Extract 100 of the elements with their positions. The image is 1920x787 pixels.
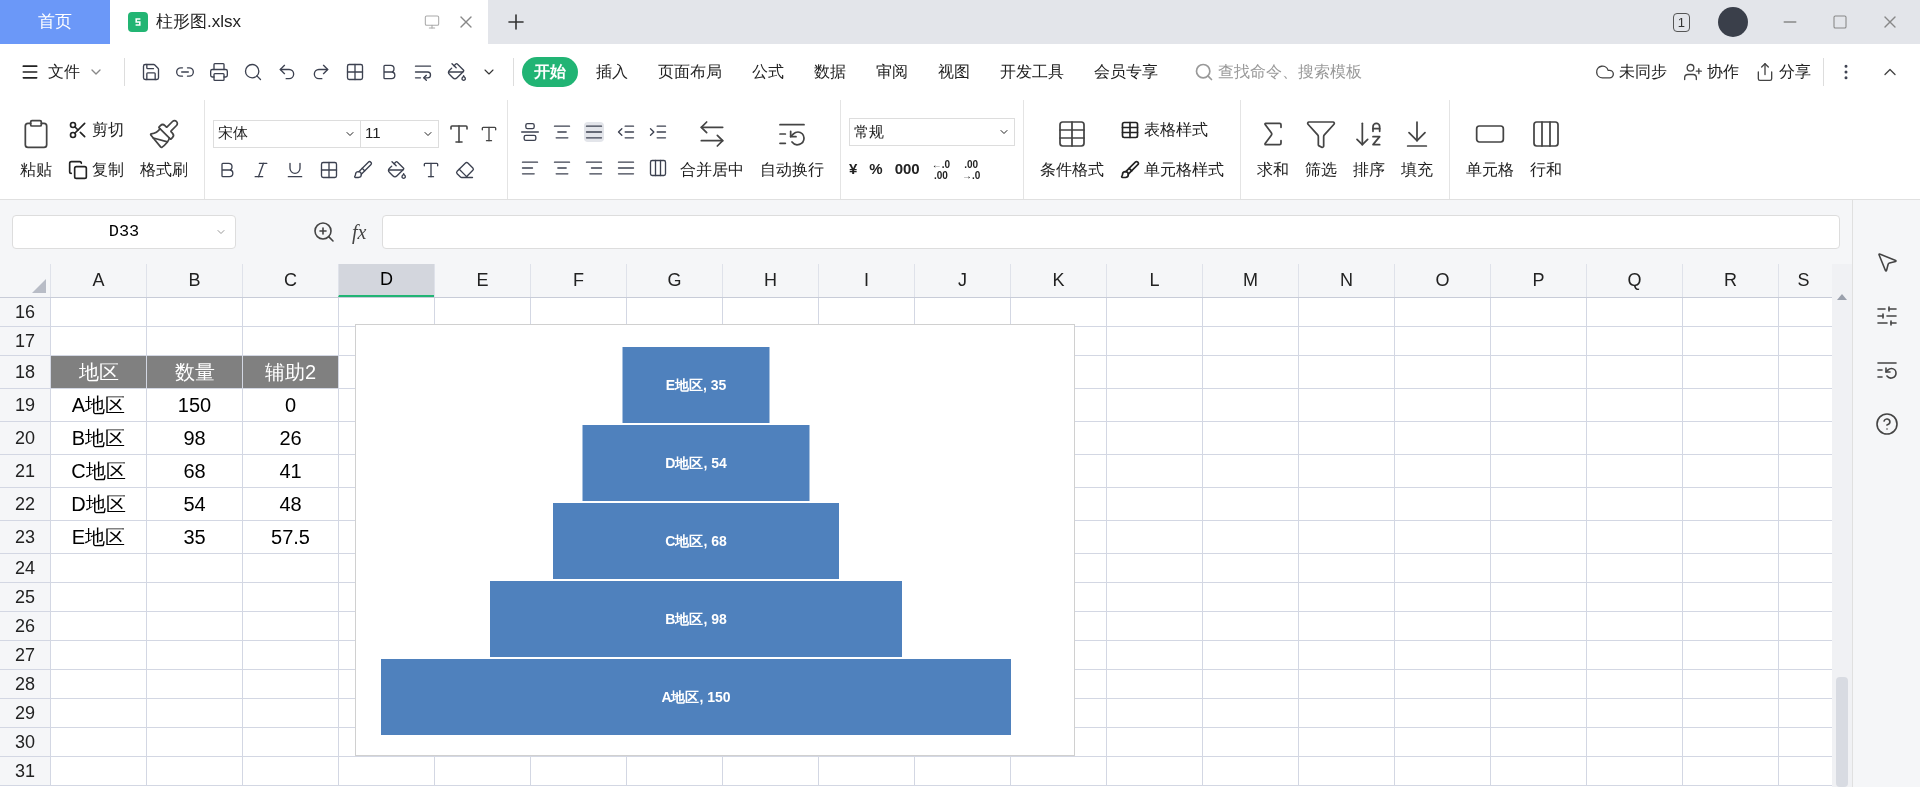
column-header[interactable]: E (434, 264, 530, 297)
ribbon-tab[interactable]: 审阅 (864, 57, 920, 87)
redo-icon[interactable] (311, 62, 331, 82)
row-number[interactable]: 26 (0, 612, 50, 640)
column-header[interactable]: D (338, 264, 434, 297)
column-header[interactable]: P (1490, 264, 1586, 297)
column-header[interactable]: N (1298, 264, 1394, 297)
row-number[interactable]: 31 (0, 757, 50, 785)
copy-button[interactable]: 复制 (68, 157, 124, 182)
table-cell-text: 68 (183, 459, 206, 484)
column-header[interactable]: H (722, 264, 818, 297)
number-format-button[interactable]: 000 (894, 158, 920, 181)
eraser-icon[interactable] (455, 159, 475, 180)
row-number[interactable]: 24 (0, 554, 50, 582)
ribbon-tab[interactable]: 公式 (740, 57, 796, 87)
undo-icon[interactable] (277, 62, 297, 82)
scrollbar-thumb[interactable] (1836, 677, 1848, 787)
fill-color-icon[interactable] (447, 62, 467, 82)
cut-button[interactable]: 剪切 (68, 117, 124, 142)
toolbar-button[interactable]: 协作 (1683, 60, 1739, 84)
column-header[interactable]: A (50, 264, 146, 297)
border-icon[interactable] (319, 159, 339, 180)
row-number[interactable]: 29 (0, 699, 50, 727)
toolbar-button[interactable]: 未同步 (1595, 60, 1667, 84)
font-dropdown[interactable]: 宋体 (213, 119, 361, 148)
sort-button[interactable]: 排序 (1345, 117, 1393, 182)
toolbar-button[interactable]: 分享 (1755, 60, 1811, 84)
sum-button[interactable]: 求和 (1249, 117, 1297, 182)
column-header[interactable]: R (1682, 264, 1778, 297)
ribbon-tab[interactable]: 数据 (802, 57, 858, 87)
number-format-dropdown[interactable]: 常规 (849, 118, 1015, 147)
name-box[interactable]: D33 (12, 215, 236, 249)
ribbon-tab[interactable]: 页面布局 (646, 57, 734, 87)
column-header[interactable]: S (1778, 264, 1828, 297)
ribbon-tab[interactable]: 插入 (584, 57, 640, 87)
sliders-icon[interactable] (1874, 304, 1899, 328)
font-size-dropdown[interactable]: 11 (361, 119, 439, 148)
help-icon[interactable] (1874, 412, 1899, 436)
row-number[interactable]: 23 (0, 521, 50, 553)
distribute-icon[interactable] (648, 157, 668, 178)
column-header[interactable]: K (1010, 264, 1106, 297)
border-icon[interactable] (345, 62, 365, 82)
row-number[interactable]: 16 (0, 298, 50, 326)
column-header[interactable]: B (146, 264, 242, 297)
avatar[interactable] (1718, 7, 1748, 37)
decimal-button[interactable]: .00 →.0 (962, 158, 981, 181)
table-cell-text: 0 (284, 393, 297, 418)
column-header[interactable]: J (914, 264, 1010, 297)
row-number[interactable]: 25 (0, 583, 50, 611)
chart-area[interactable]: E地区, 35 D地区, 54 C地区, 68 B地区, 98 A地区, 150 (355, 324, 1075, 756)
zoom-icon[interactable] (312, 220, 336, 244)
table-style-button[interactable]: 表格样式 (1120, 117, 1224, 142)
number-format-button[interactable]: % (869, 158, 883, 181)
row-number[interactable]: 19 (0, 389, 50, 421)
row-number[interactable]: 30 (0, 728, 50, 756)
row-number[interactable]: 28 (0, 670, 50, 698)
cell-button[interactable]: 单元格 (1458, 117, 1522, 182)
function-label[interactable]: fx (352, 217, 367, 247)
align-bottom-icon[interactable] (584, 121, 604, 142)
column-header[interactable]: L (1106, 264, 1202, 297)
ribbon-tab[interactable]: 开发工具 (988, 57, 1076, 87)
column-header[interactable]: Q (1586, 264, 1682, 297)
column-header[interactable]: I (818, 264, 914, 297)
filter-button[interactable]: 筛选 (1297, 117, 1345, 182)
file-menu[interactable]: 文件 (20, 60, 116, 84)
file-tab[interactable]: 柱形图.xlsx (110, 0, 488, 44)
row-number[interactable]: 18 (0, 356, 50, 388)
ribbon-tab[interactable]: 会员专享 (1082, 57, 1170, 87)
conditional-format-button[interactable]: 条件格式 (1032, 117, 1112, 182)
column-title: 地区 (78, 360, 119, 385)
table-cell-text: 57.5 (271, 525, 310, 550)
column-header[interactable]: F (530, 264, 626, 297)
column-header[interactable]: M (1202, 264, 1298, 297)
spreadsheet-icon (128, 12, 148, 32)
page-count-badge[interactable]: 1 (1672, 12, 1690, 32)
search-icon (1194, 62, 1214, 82)
column-header[interactable]: G (626, 264, 722, 297)
wrap-text-button[interactable]: 自动换行 (752, 117, 832, 182)
cell-style-button[interactable]: 单元格样式 (1120, 157, 1224, 182)
decimal-button[interactable]: ←.0 .00 (931, 158, 951, 181)
column-header[interactable]: O (1394, 264, 1490, 297)
fill-button[interactable]: 填充 (1393, 117, 1441, 182)
fill-color-icon[interactable] (387, 159, 407, 180)
row-number[interactable]: 22 (0, 488, 50, 520)
bar[interactable] (622, 347, 770, 423)
rows-columns-button[interactable]: 行和 (1522, 117, 1570, 182)
row-number[interactable]: 27 (0, 641, 50, 669)
row-number[interactable]: 17 (0, 327, 50, 355)
ribbon-tab[interactable]: 视图 (926, 57, 982, 87)
merge-button[interactable]: 合并居中 (672, 117, 752, 182)
formula-input[interactable] (382, 215, 1840, 249)
number-format-button[interactable]: ¥ (849, 158, 858, 181)
paste-button[interactable]: 粘贴 (12, 117, 60, 182)
save-icon[interactable] (141, 62, 161, 82)
format-painter-button[interactable]: 格式刷 (132, 117, 196, 182)
table-cell-text: E地区 (71, 525, 126, 550)
data-label: D地区, 54 (665, 455, 727, 471)
row-number[interactable]: 20 (0, 422, 50, 454)
row-number[interactable]: 21 (0, 455, 50, 487)
print-icon[interactable] (209, 62, 229, 82)
